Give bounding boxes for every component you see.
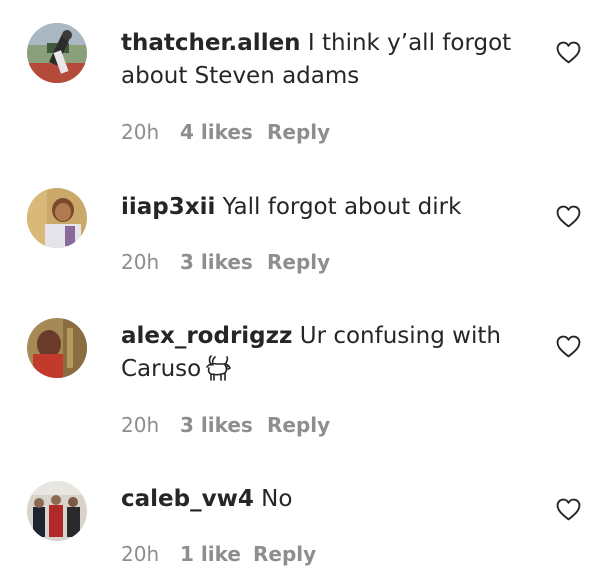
comment-meta: 20h 3 likes Reply (121, 410, 330, 440)
comment-meta: 20h 1 like Reply (121, 539, 316, 569)
comment-username[interactable]: thatcher.allen (121, 30, 301, 56)
comment-message: No (261, 486, 293, 512)
comment-timestamp[interactable]: 20h (121, 117, 180, 147)
goat-emoji (206, 355, 232, 381)
comment-timestamp[interactable]: 20h (121, 247, 180, 277)
reply-button[interactable]: Reply (267, 117, 330, 147)
reply-button[interactable]: Reply (253, 539, 316, 569)
heart-outline-icon[interactable] (556, 205, 581, 228)
comment-likes-count[interactable]: 3 likes (180, 410, 267, 440)
heart-outline-icon[interactable] (556, 335, 581, 358)
comment-text: thatcher.allen I think y’all forgot abou… (121, 27, 521, 93)
comment-text: caleb_vw4 No (121, 483, 521, 516)
user-avatar[interactable] (27, 318, 87, 378)
user-avatar[interactable] (27, 23, 87, 83)
comment-meta: 20h 3 likes Reply (121, 247, 330, 277)
comment-meta: 20h 4 likes Reply (121, 117, 330, 147)
reply-button[interactable]: Reply (267, 247, 330, 277)
reply-button[interactable]: Reply (267, 410, 330, 440)
comment-text: iiap3xii Yall forgot about dirk (121, 191, 521, 224)
comment-username[interactable]: alex_rodrigzz (121, 323, 292, 349)
comment-item: alex_rodrigzz Ur confusing with Caruso 2… (0, 310, 616, 470)
comment-username[interactable]: caleb_vw4 (121, 486, 254, 512)
heart-outline-icon[interactable] (556, 41, 581, 64)
comment-item: iiap3xii Yall forgot about dirk 20h 3 lik… (0, 170, 616, 310)
comment-likes-count[interactable]: 3 likes (180, 247, 267, 277)
user-avatar[interactable] (27, 481, 87, 541)
comment-likes-count[interactable]: 1 like (180, 539, 253, 569)
user-avatar[interactable] (27, 188, 87, 248)
comment-message: Yall forgot about dirk (222, 194, 462, 220)
comment-username[interactable]: iiap3xii (121, 194, 215, 220)
heart-outline-icon[interactable] (556, 498, 581, 521)
comment-likes-count[interactable]: 4 likes (180, 117, 267, 147)
comment-timestamp[interactable]: 20h (121, 539, 180, 569)
comment-text: alex_rodrigzz Ur confusing with Caruso (121, 320, 521, 386)
comment-timestamp[interactable]: 20h (121, 410, 180, 440)
comment-item: thatcher.allen I think y’all forgot abou… (0, 0, 616, 170)
comment-item: caleb_vw4 No 20h 1 like Reply (0, 470, 616, 567)
